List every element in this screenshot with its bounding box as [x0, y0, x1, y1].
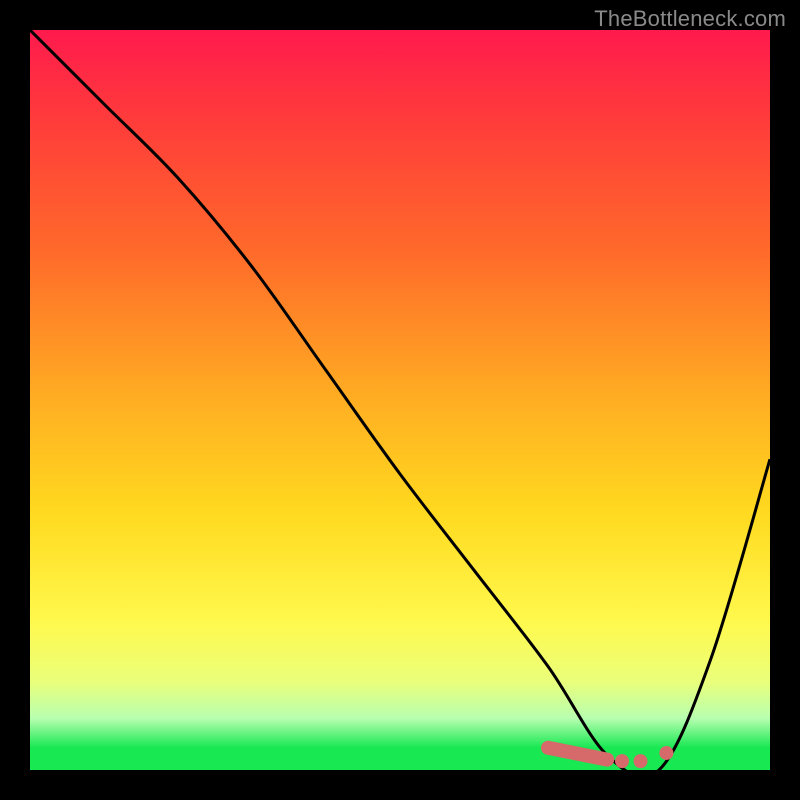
- attribution-text: TheBottleneck.com: [594, 6, 786, 32]
- chart-frame: TheBottleneck.com: [0, 0, 800, 800]
- optimal-dot: [659, 746, 673, 760]
- bottleneck-curve: [30, 30, 770, 770]
- plot-area: [30, 30, 770, 770]
- optimal-dot: [615, 754, 629, 768]
- chart-svg: [30, 30, 770, 770]
- optimal-dot: [634, 754, 648, 768]
- optimal-range-marker: [548, 748, 607, 760]
